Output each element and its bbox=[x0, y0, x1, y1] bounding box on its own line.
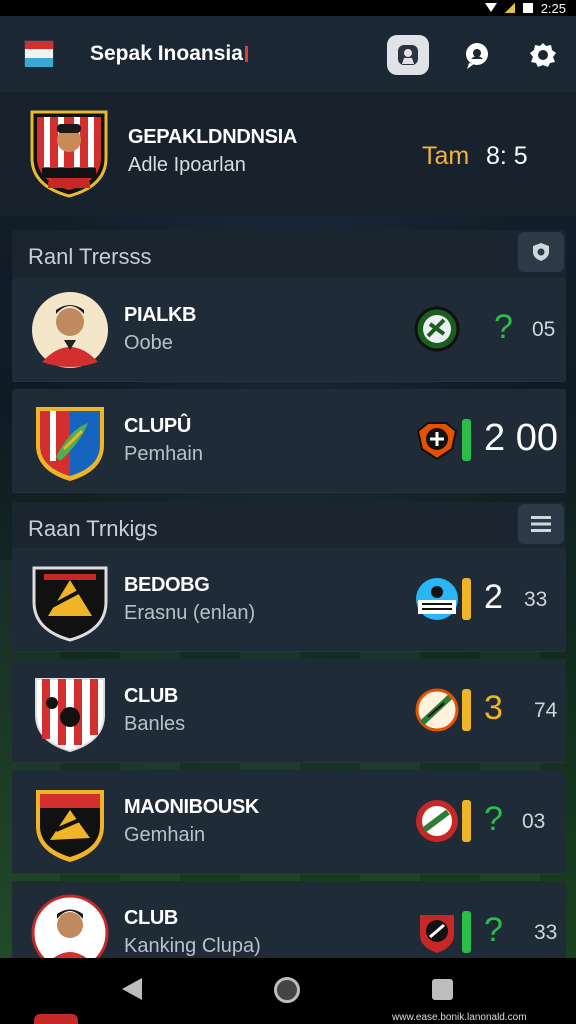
battery-icon bbox=[522, 3, 533, 13]
list-item[interactable]: CLUPÛ Pemhain 2 00 bbox=[12, 389, 566, 493]
row-name: CLUPÛ bbox=[124, 415, 191, 437]
team-crest-icon bbox=[30, 110, 108, 198]
red-club-logo-icon bbox=[416, 422, 458, 461]
row-score: ? bbox=[484, 911, 503, 949]
row-subtitle: Erasnu (enlan) bbox=[124, 602, 256, 624]
row-name: CLUB bbox=[124, 907, 178, 929]
row-subtitle: Banles bbox=[124, 713, 186, 735]
row-name: CLUB bbox=[124, 685, 178, 707]
green-club-logo-icon bbox=[414, 306, 460, 352]
section-menu-button[interactable] bbox=[518, 504, 564, 544]
row-extra: 03 bbox=[522, 810, 546, 833]
watermark-logo bbox=[34, 1014, 78, 1024]
chat-icon bbox=[466, 43, 488, 69]
status-bar: 2:25 bbox=[0, 0, 576, 16]
wifi-icon bbox=[484, 3, 497, 13]
header-title: GEPAKLDNDNSIA bbox=[128, 126, 298, 148]
section-shield-button[interactable] bbox=[518, 232, 564, 272]
home-icon[interactable] bbox=[274, 977, 300, 1003]
row-subtitle: Pemhain bbox=[124, 443, 203, 465]
status-bar-indicator bbox=[462, 689, 471, 731]
row-subtitle: Kanking Clupa) bbox=[124, 935, 261, 957]
red-green-club-logo-icon bbox=[416, 800, 458, 842]
list-item[interactable]: PIALKB Oobe ? 05 bbox=[12, 278, 566, 382]
row-subtitle: Oobe bbox=[124, 332, 173, 354]
shield-icon bbox=[533, 243, 549, 261]
watermark-text: www.ease.bonik.lanonald.com bbox=[392, 1012, 527, 1023]
section-header-1: Ranl Trersss bbox=[12, 230, 566, 278]
row-score: ? bbox=[494, 308, 513, 346]
profile-button[interactable] bbox=[387, 35, 429, 75]
red-white-club-logo-icon bbox=[420, 915, 454, 953]
settings-icon bbox=[530, 43, 556, 67]
app-bar: Sepak Inoansia bbox=[0, 16, 576, 106]
row-subtitle: Gemhain bbox=[124, 824, 206, 846]
time-value: 8: 5 bbox=[486, 142, 528, 170]
back-icon[interactable] bbox=[122, 978, 142, 1000]
row-extra: 33 bbox=[534, 921, 558, 944]
indonesia-flag-icon[interactable] bbox=[24, 40, 54, 67]
status-bar-indicator bbox=[462, 911, 471, 953]
row-score: 3 bbox=[484, 689, 503, 727]
blue-club-logo-icon bbox=[416, 578, 458, 620]
app-title-text: Sepak Inoansia bbox=[90, 42, 243, 65]
row-score: ? bbox=[484, 800, 503, 838]
row-extra: 74 bbox=[534, 699, 558, 722]
row-extra: 05 bbox=[532, 318, 556, 341]
settings-button[interactable] bbox=[522, 35, 564, 75]
status-time: 2:25 bbox=[540, 0, 566, 16]
player-avatar bbox=[32, 292, 108, 368]
list-item[interactable]: MAONIBOUSK Gemhain ? 03 bbox=[12, 770, 566, 874]
row-name: BEDOBG bbox=[124, 574, 210, 596]
list-item[interactable]: CLUB Banles 3 74 bbox=[12, 659, 566, 763]
red-black-crest-avatar bbox=[36, 790, 104, 862]
section-title: Ranl Trersss bbox=[28, 244, 152, 269]
header-subtitle: Adle Ipoarlan bbox=[128, 154, 246, 176]
section-header-2: Raan Trnkigs bbox=[12, 502, 566, 550]
row-extra: 33 bbox=[524, 588, 548, 611]
row-name: MAONIBOUSK bbox=[124, 796, 259, 818]
chat-button[interactable] bbox=[456, 35, 498, 75]
title-accent bbox=[244, 46, 248, 63]
menu-icon bbox=[531, 516, 551, 532]
app-title: Sepak Inoansia bbox=[90, 42, 248, 66]
status-bar-indicator bbox=[462, 578, 471, 620]
row-name: PIALKB bbox=[124, 304, 197, 326]
status-bar-indicator bbox=[462, 800, 471, 842]
profile-icon bbox=[398, 45, 418, 65]
signal-icon bbox=[504, 3, 515, 13]
list-item[interactable]: BEDOBG Erasnu (enlan) 2 33 bbox=[12, 548, 566, 652]
time-label: Tam bbox=[422, 142, 470, 170]
status-bar-indicator bbox=[462, 419, 471, 461]
row-score: 2 00 bbox=[484, 417, 558, 459]
orange-club-logo-icon bbox=[415, 688, 459, 732]
striped-crest-avatar bbox=[35, 678, 105, 753]
recent-apps-icon[interactable] bbox=[432, 979, 453, 1000]
black-crest-avatar bbox=[32, 566, 108, 642]
row-score: 2 bbox=[484, 578, 503, 616]
section-title: Raan Trnkigs bbox=[28, 516, 158, 541]
club-crest-avatar bbox=[36, 407, 104, 481]
team-header[interactable]: GEPAKLDNDNSIA Adle Ipoarlan Tam 8: 5 bbox=[0, 92, 576, 216]
